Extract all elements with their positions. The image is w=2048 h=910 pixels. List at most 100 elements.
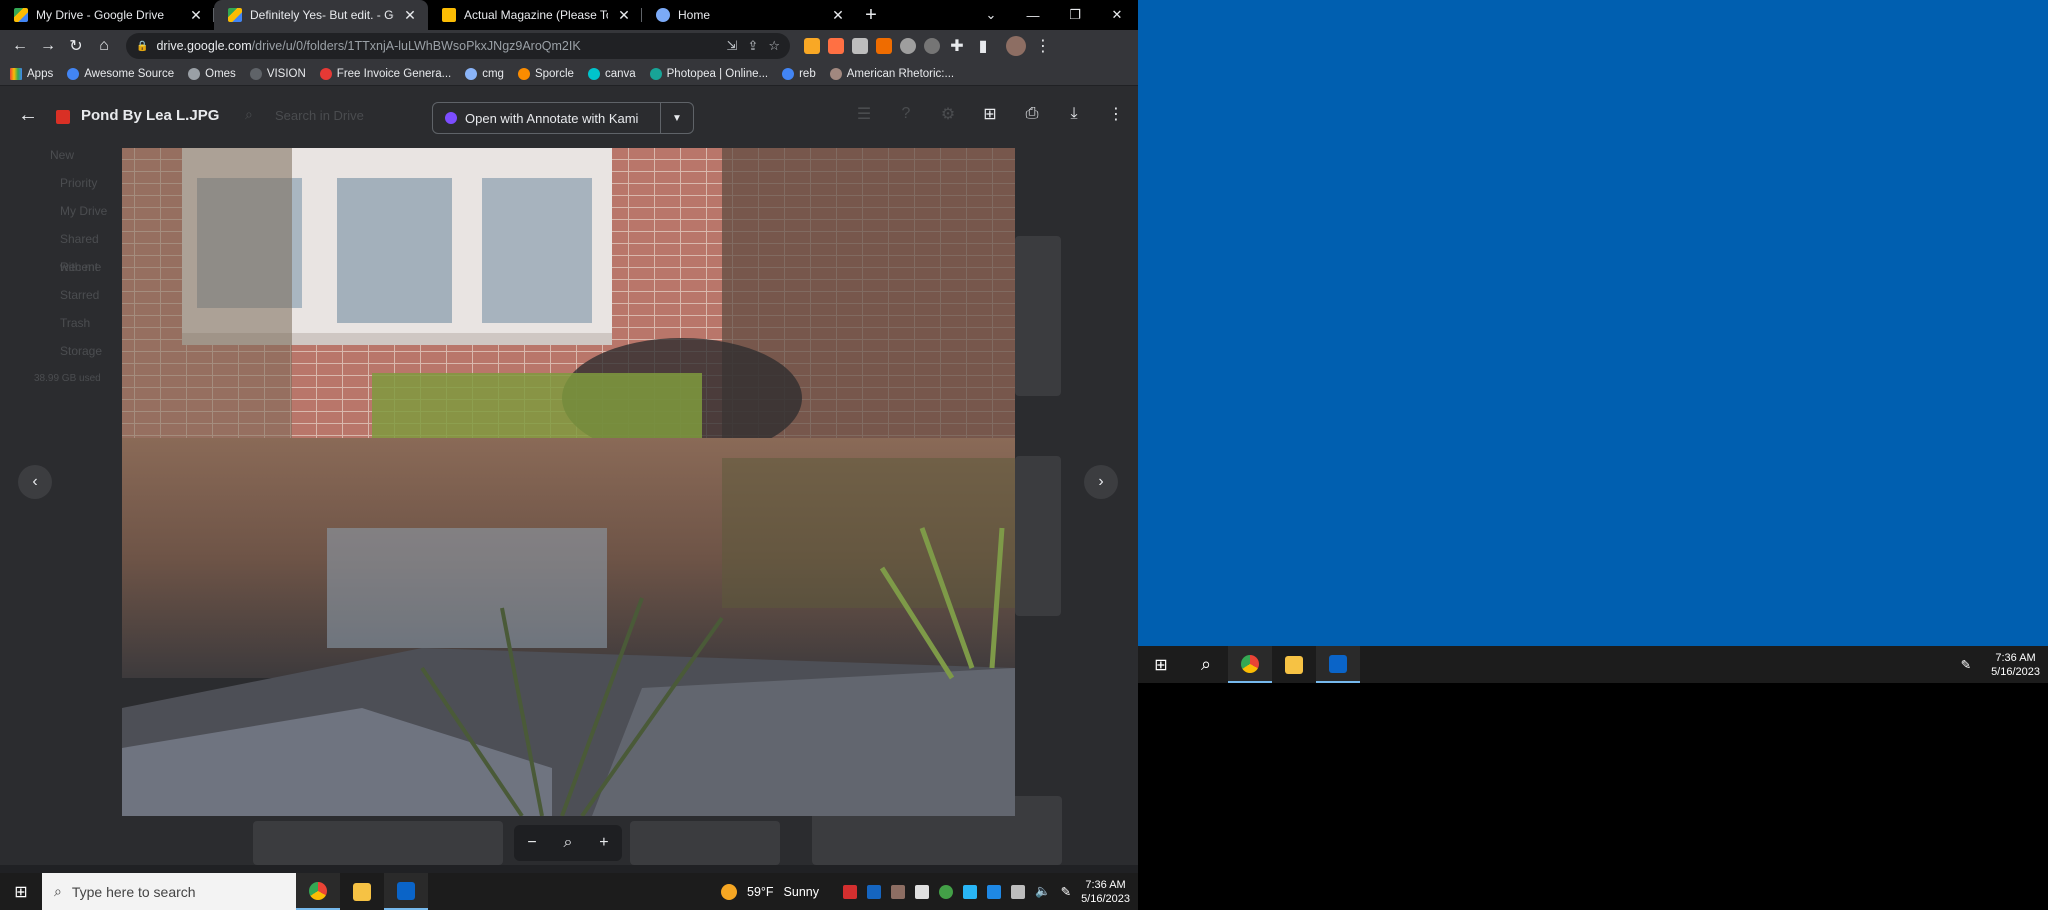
zoom-in-icon[interactable]: + bbox=[599, 834, 608, 852]
back-icon[interactable]: ← bbox=[6, 32, 34, 60]
outlook-tray-icon[interactable] bbox=[867, 884, 881, 899]
url-path: /drive/u/0/folders/1TTxnjA-luLWhBWsoPkxJ… bbox=[251, 39, 581, 53]
address-bar[interactable]: 🔒 drive.google.com/drive/u/0/folders/1TT… bbox=[126, 33, 790, 59]
tab-search-icon[interactable]: ⌄ bbox=[970, 0, 1012, 30]
tab-actual-magazine[interactable]: Actual Magazine (Please Touch) - ✕ bbox=[428, 0, 642, 30]
tab-definitely-yes[interactable]: Definitely Yes- But edit. - Google ✕ bbox=[214, 0, 428, 30]
zoom-reset-icon[interactable]: ⌕ bbox=[564, 834, 573, 852]
open-with-button-group: Open with Annotate with Kami ▼ bbox=[432, 102, 694, 134]
extensions-puzzle-icon[interactable]: ✚ bbox=[948, 32, 966, 60]
taskbar-file-explorer[interactable] bbox=[340, 873, 384, 910]
drive-sidebar-dimmed: New Priority My Drive Shared with me Rec… bbox=[0, 141, 122, 865]
tab-home[interactable]: Home ✕ bbox=[642, 0, 856, 30]
forward-icon[interactable]: → bbox=[34, 32, 62, 60]
kami-logo-icon bbox=[445, 112, 457, 124]
windows-start-icon[interactable]: ⊞ bbox=[0, 873, 42, 910]
bookmark-awesome-source[interactable]: Awesome Source bbox=[67, 67, 174, 80]
tray-app-icon[interactable] bbox=[963, 884, 977, 899]
close-tab-icon[interactable]: ✕ bbox=[188, 7, 204, 24]
bookmark-icon bbox=[517, 67, 530, 80]
bookmark-sporcle[interactable]: Sporcle bbox=[517, 67, 574, 80]
bookmark-american-rhetoric[interactable]: American Rhetoric:... bbox=[829, 67, 954, 80]
tray-app-icon[interactable] bbox=[891, 884, 905, 899]
bookmark-apps[interactable]: Apps bbox=[10, 67, 53, 80]
install-app-icon[interactable]: ⇲ bbox=[727, 38, 738, 54]
chrome-menu-icon[interactable]: ⋮ bbox=[1034, 32, 1052, 60]
taskbar-right: ⊞ ⌕ ✎ 7:36 AM 5/16/2023 bbox=[1138, 646, 2048, 683]
extension-icon[interactable] bbox=[828, 38, 844, 54]
volume-icon[interactable]: 🔈 bbox=[1035, 884, 1051, 899]
reload-icon[interactable]: ↻ bbox=[62, 32, 90, 60]
taskbar-clock[interactable]: 7:36 AM 5/16/2023 bbox=[1081, 878, 1130, 906]
extension-icon[interactable] bbox=[876, 38, 892, 54]
dimmed-file-card bbox=[1015, 236, 1061, 396]
print-icon[interactable]: ⎙ bbox=[1020, 102, 1044, 126]
url-host: drive.google.com bbox=[156, 39, 252, 53]
share-icon[interactable]: ⇪ bbox=[747, 38, 758, 54]
windows-start-icon[interactable]: ⊞ bbox=[1138, 646, 1184, 683]
bookmark-icon bbox=[649, 67, 662, 80]
restore-icon[interactable]: ❐ bbox=[1054, 0, 1096, 30]
bookmark-cmg[interactable]: cmg bbox=[465, 67, 504, 80]
taskbar-outlook[interactable] bbox=[384, 873, 428, 910]
new-tab-button[interactable]: + bbox=[856, 0, 886, 30]
extension-icon[interactable] bbox=[852, 38, 868, 54]
search-icon: ⌕ bbox=[245, 106, 253, 122]
close-window-icon[interactable]: ✕ bbox=[1096, 0, 1138, 30]
taskbar-clock-right[interactable]: 7:36 AM 5/16/2023 bbox=[1991, 651, 2040, 679]
bookmark-icon bbox=[829, 67, 842, 80]
tab-my-drive[interactable]: My Drive - Google Drive ✕ bbox=[0, 0, 214, 30]
pen-icon[interactable]: ✎ bbox=[1961, 657, 1971, 672]
taskbar-chrome[interactable] bbox=[296, 873, 340, 910]
more-options-icon[interactable]: ⋮ bbox=[1104, 102, 1128, 126]
download-icon[interactable]: ⤓ bbox=[1062, 102, 1086, 126]
taskbar-search-button[interactable]: ⌕ bbox=[1184, 646, 1228, 683]
add-comment-icon[interactable]: ⊞ bbox=[978, 102, 1002, 126]
pen-icon[interactable]: ✎ bbox=[1061, 884, 1071, 899]
file-name: Pond By Lea L.JPG bbox=[81, 107, 220, 124]
google-drive-icon bbox=[14, 8, 28, 22]
home-icon[interactable]: ⌂ bbox=[90, 32, 118, 60]
taskbar-outlook[interactable] bbox=[1316, 646, 1360, 683]
taskbar-search-box[interactable]: ⌕ Type here to search bbox=[42, 873, 296, 910]
tray-app-icon[interactable] bbox=[987, 884, 1001, 899]
window-controls: ⌄ — ❐ ✕ bbox=[970, 0, 1138, 30]
lock-icon: 🔒 bbox=[136, 40, 149, 52]
open-with-dropdown-icon[interactable]: ▼ bbox=[661, 113, 693, 124]
bookmark-omes[interactable]: Omes bbox=[188, 67, 236, 80]
close-tab-icon[interactable]: ✕ bbox=[616, 7, 632, 24]
open-with-kami-button[interactable]: Open with Annotate with Kami bbox=[433, 103, 661, 133]
close-tab-icon[interactable]: ✕ bbox=[830, 7, 846, 24]
profile-avatar[interactable] bbox=[1006, 36, 1026, 56]
apps-grid-icon bbox=[10, 67, 22, 80]
taskbar-file-explorer[interactable] bbox=[1272, 646, 1316, 683]
network-icon[interactable] bbox=[1011, 884, 1025, 899]
bookmark-photopea[interactable]: Photopea | Online... bbox=[649, 67, 768, 80]
tray-app-icon[interactable] bbox=[939, 884, 953, 899]
bookmark-free-invoice[interactable]: Free Invoice Genera... bbox=[319, 67, 451, 80]
acrobat-tray-icon[interactable] bbox=[843, 884, 857, 899]
taskbar-chrome[interactable] bbox=[1228, 646, 1272, 683]
weather-temp[interactable]: 59°F bbox=[747, 885, 774, 899]
next-image-button[interactable]: › bbox=[1084, 465, 1118, 499]
folder-icon bbox=[353, 882, 371, 901]
close-preview-arrow-icon[interactable]: ← bbox=[18, 104, 38, 127]
bookmark-vision[interactable]: VISION bbox=[249, 67, 306, 80]
close-tab-icon[interactable]: ✕ bbox=[402, 7, 418, 24]
previous-image-button[interactable]: ‹ bbox=[18, 465, 52, 499]
browser-toolbar: ← → ↻ ⌂ 🔒 drive.google.com/drive/u/0/fol… bbox=[0, 30, 1138, 62]
tray-app-icon[interactable] bbox=[915, 884, 929, 899]
system-tray: 59°F Sunny 🔈 ✎ 7:36 AM 5/16/2023 bbox=[721, 878, 1138, 906]
extension-icon[interactable] bbox=[924, 38, 940, 54]
extension-icon[interactable] bbox=[900, 38, 916, 54]
bookmark-star-icon[interactable]: ☆ bbox=[768, 38, 780, 54]
extension-icon[interactable] bbox=[804, 38, 820, 54]
weather-desc[interactable]: Sunny bbox=[784, 885, 819, 899]
side-panel-icon[interactable]: ▮ bbox=[974, 32, 992, 60]
zoom-out-icon[interactable]: − bbox=[527, 834, 536, 852]
minimize-icon[interactable]: — bbox=[1012, 0, 1054, 30]
bookmark-canva[interactable]: canva bbox=[587, 67, 636, 80]
bookmark-reb[interactable]: reb bbox=[782, 67, 816, 80]
dimmed-file-card bbox=[630, 821, 780, 865]
bookmark-icon bbox=[587, 67, 600, 80]
